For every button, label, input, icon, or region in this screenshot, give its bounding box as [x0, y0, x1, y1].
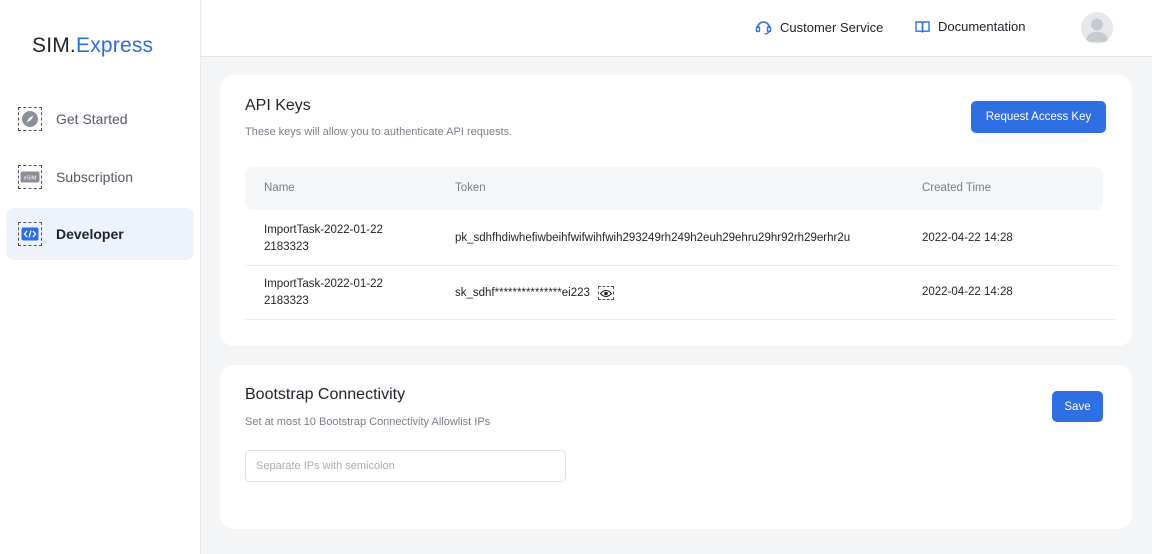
top-header: Customer Service Documentation — [201, 0, 1152, 57]
sidebar-item-label: Get Started — [56, 111, 128, 127]
avatar[interactable] — [1081, 12, 1113, 44]
key-token-text: pk_sdhfhdiwhefiwbeihfwifwihfwih293249rh2… — [455, 232, 851, 244]
sidebar-item-subscription[interactable]: eSIM Subscription — [6, 151, 194, 203]
bootstrap-subtitle: Set at most 10 Bootstrap Connectivity Al… — [245, 416, 491, 428]
sidebar: SIM.Express Get Started eSIM Subscriptio… — [0, 0, 201, 554]
code-icon — [18, 222, 42, 246]
user-icon — [1086, 18, 1108, 42]
api-keys-title: API Keys — [245, 97, 311, 114]
key-created-time: 2022-04-22 14:28 — [922, 232, 1013, 244]
api-keys-card: API Keys These keys will allow you to au… — [220, 75, 1132, 346]
customer-service-link[interactable]: Customer Service — [755, 19, 883, 35]
save-button[interactable]: Save — [1052, 391, 1103, 422]
key-name: ImportTask-2022-01-22 2183323 — [264, 278, 383, 307]
key-name: ImportTask-2022-01-22 2183323 — [264, 224, 383, 253]
api-keys-subtitle: These keys will allow you to authenticat… — [245, 126, 513, 138]
key-token[interactable]: pk_sdhfhdiwhefiwbeihfwifwihfwih293249rh2… — [455, 232, 850, 244]
customer-service-label: Customer Service — [780, 19, 884, 35]
ip-allowlist-input[interactable] — [245, 450, 566, 482]
sidebar-item-label: Developer — [56, 226, 124, 242]
eye-icon[interactable] — [597, 286, 614, 300]
column-header-token: Token — [455, 182, 486, 194]
key-token-text: sk_sdhf***************ei223 — [455, 287, 590, 299]
headset-icon — [755, 21, 772, 35]
bootstrap-connectivity-card: Bootstrap Connectivity Set at most 10 Bo… — [220, 365, 1132, 529]
sidebar-item-label: Subscription — [56, 169, 134, 185]
esim-icon-text: eSIM — [24, 176, 37, 182]
column-header-created-time: Created Time — [922, 182, 992, 194]
key-created-time: 2022-04-22 14:28 — [922, 286, 1013, 298]
bootstrap-title: Bootstrap Connectivity — [245, 386, 406, 403]
documentation-link[interactable]: Documentation — [915, 19, 1025, 34]
book-icon — [915, 20, 930, 33]
table-row: ImportTask-2022-01-22 2183323 sk_sdhf***… — [245, 266, 1116, 320]
brand-logo-part1: SIM. — [32, 34, 76, 57]
esim-icon: eSIM — [18, 165, 42, 189]
compass-icon — [18, 107, 42, 131]
api-keys-table-header: Name Token Created Time — [245, 167, 1103, 210]
sidebar-item-developer[interactable]: Developer — [6, 208, 194, 260]
key-token: sk_sdhf***************ei223 — [455, 286, 614, 300]
column-header-name: Name — [264, 182, 295, 194]
documentation-label: Documentation — [938, 19, 1026, 34]
table-row: ImportTask-2022-01-22 2183323 pk_sdhfhdi… — [245, 212, 1116, 266]
brand-logo-part2: Express — [75, 34, 154, 57]
request-access-key-button[interactable]: Request Access Key — [971, 101, 1106, 133]
brand-logo[interactable]: SIM.Express — [32, 34, 153, 58]
sidebar-item-get-started[interactable]: Get Started — [6, 93, 194, 145]
